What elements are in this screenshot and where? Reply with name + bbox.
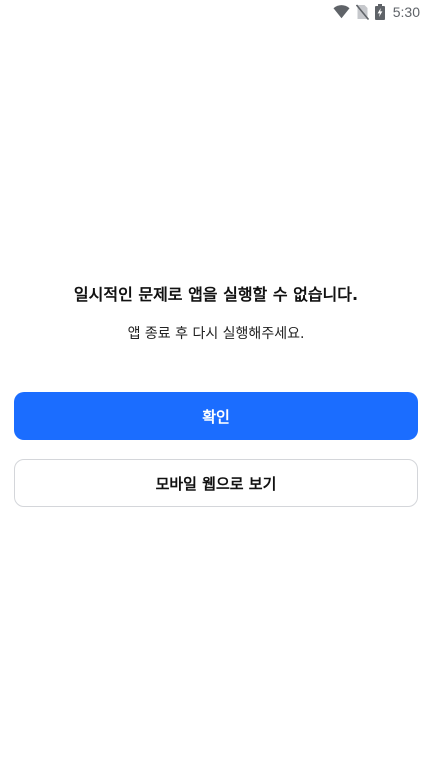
status-bar: 5:30 bbox=[0, 0, 432, 24]
status-icons: 5:30 bbox=[333, 3, 420, 21]
error-title: 일시적인 문제로 앱을 실행할 수 없습니다. bbox=[73, 285, 359, 304]
no-sim-icon bbox=[355, 4, 369, 20]
confirm-button-label: 확인 bbox=[202, 407, 230, 426]
wifi-icon bbox=[333, 5, 350, 19]
mobile-web-button[interactable]: 모바일 웹으로 보기 bbox=[14, 459, 418, 507]
error-message: 앱 종료 후 다시 실행해주세요. bbox=[127, 326, 305, 342]
mobile-web-button-label: 모바일 웹으로 보기 bbox=[155, 474, 277, 493]
confirm-button[interactable]: 확인 bbox=[14, 392, 418, 440]
battery-charging-icon bbox=[374, 4, 385, 20]
clock: 5:30 bbox=[392, 4, 420, 20]
